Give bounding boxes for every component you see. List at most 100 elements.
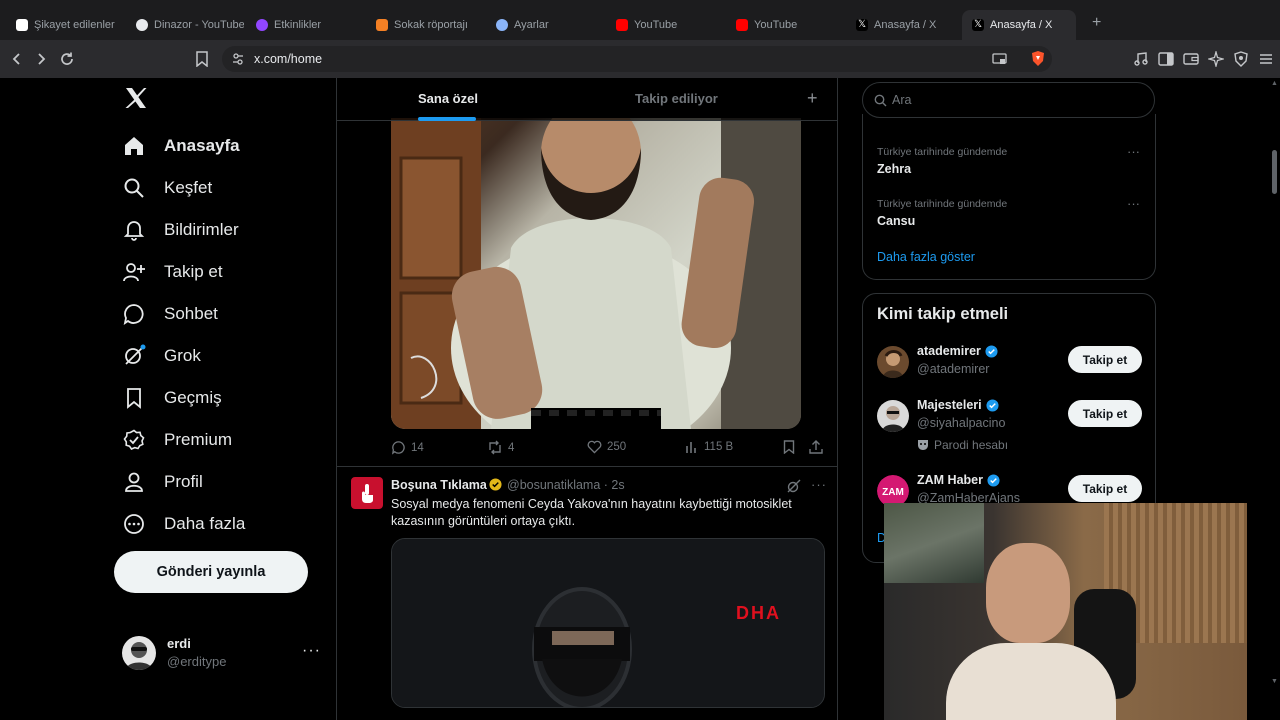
- tab-title: Etkinlikler: [274, 19, 322, 31]
- share-icon[interactable]: [809, 440, 823, 454]
- follow-button[interactable]: Takip et: [1068, 400, 1142, 427]
- browser-tab[interactable]: Etkinlikler: [246, 10, 364, 40]
- browser-tab[interactable]: Dinazor - YouTube: [126, 10, 244, 40]
- account-name: erdi: [167, 636, 191, 651]
- media-music-icon[interactable]: [1131, 49, 1151, 69]
- nav-label: Profil: [164, 472, 203, 491]
- follow-suggestion[interactable]: Majesteleri @siyahalpacino Parodi hesabı…: [877, 398, 1143, 460]
- nav-profile[interactable]: Profil: [122, 470, 203, 494]
- repost-button[interactable]: 4: [487, 440, 514, 455]
- vpn-shield-icon[interactable]: [1231, 49, 1251, 69]
- nav-label: Grok: [164, 346, 201, 365]
- add-feed-plus-icon[interactable]: +: [807, 88, 818, 109]
- grok-analyze-icon[interactable]: [787, 479, 801, 493]
- reply-button[interactable]: 14: [391, 440, 424, 455]
- follow-suggestion[interactable]: atademirer @atademirer Takip et: [877, 344, 1143, 388]
- wallet-icon[interactable]: [1181, 49, 1201, 69]
- views-chart-icon: [686, 442, 696, 453]
- nav-home[interactable]: Anasayfa: [122, 134, 240, 158]
- browser-tab[interactable]: Şikayet edilenler: [6, 10, 124, 40]
- repost-icon: [489, 440, 501, 455]
- show-more-trends-link[interactable]: Daha fazla göster: [877, 250, 975, 264]
- more-dots-icon[interactable]: ···: [302, 642, 321, 660]
- x-logo-icon[interactable]: [124, 86, 150, 112]
- account-switcher[interactable]: erdi @erditype ···: [122, 634, 332, 674]
- profile-icon: [122, 470, 146, 494]
- theater-mask-icon: [918, 440, 928, 450]
- tweet-author-handle[interactable]: @bosunatiklama · 2s: [507, 478, 625, 492]
- nav-follow[interactable]: Takip et: [122, 260, 223, 284]
- tab-following[interactable]: Takip ediliyor: [635, 91, 718, 106]
- scroll-thumb[interactable]: [1272, 150, 1277, 194]
- forward-arrow-icon[interactable]: [31, 49, 51, 69]
- home-icon: [122, 134, 146, 158]
- bell-icon: [122, 218, 146, 242]
- tweet-photo[interactable]: [391, 118, 801, 429]
- x-favicon-icon: 𝕏: [972, 19, 984, 31]
- tweet-more-options: ···: [787, 477, 827, 493]
- search-input[interactable]: Ara: [862, 82, 1155, 118]
- nav-notifications[interactable]: Bildirimler: [122, 218, 239, 242]
- post-button[interactable]: Gönderi yayınla: [114, 551, 308, 593]
- bookmark-tweet-icon[interactable]: [783, 440, 795, 454]
- reload-icon[interactable]: [57, 49, 77, 69]
- tab-title: Şikayet edilenler: [34, 19, 115, 31]
- suggestion-name: atademirer: [917, 344, 998, 358]
- nav-explore[interactable]: Keşfet: [122, 176, 212, 200]
- new-tab-plus-icon[interactable]: +: [1092, 14, 1101, 32]
- nav-bookmarks[interactable]: Geçmiş: [122, 386, 222, 410]
- scroll-down-arrow-icon[interactable]: ▼: [1271, 678, 1278, 685]
- account-handle: @erditype: [167, 654, 227, 669]
- search-icon: [874, 94, 887, 107]
- browser-tab[interactable]: Sokak röportajı: [366, 10, 484, 40]
- more-dots-icon[interactable]: ···: [1127, 196, 1140, 211]
- more-dots-icon[interactable]: ···: [1127, 144, 1140, 159]
- tweet-author-name[interactable]: Boşuna Tıklama: [391, 478, 487, 492]
- nav-label: Bildirimler: [164, 220, 239, 239]
- parody-text: Parodi hesabı: [934, 438, 1009, 452]
- address-bar[interactable]: x.com/home: [222, 46, 1052, 72]
- view-count: 115 B: [704, 441, 734, 453]
- nav-label: Takip et: [164, 262, 223, 281]
- tab-favicon-icon: [16, 19, 28, 31]
- browser-tab[interactable]: YouTube: [726, 10, 844, 40]
- nav-more[interactable]: Daha fazla: [122, 512, 245, 536]
- more-dots-icon[interactable]: ···: [811, 477, 827, 492]
- site-settings-icon[interactable]: [232, 52, 244, 71]
- cast-icon[interactable]: [992, 52, 1008, 71]
- tweet-avatar[interactable]: [351, 477, 383, 509]
- nav-chat[interactable]: Sohbet: [122, 302, 218, 326]
- tweet[interactable]: Boşuna Tıklama @bosunatiklama · 2s ··· S…: [337, 467, 837, 720]
- tab-title: Dinazor - YouTube: [154, 19, 244, 31]
- tweet-video[interactable]: DHA: [391, 538, 825, 708]
- url-text: x.com/home: [254, 52, 323, 66]
- brave-shield-icon[interactable]: [1028, 49, 1048, 69]
- nav-premium[interactable]: Premium: [122, 428, 232, 452]
- menu-hamburger-icon[interactable]: [1256, 49, 1276, 69]
- browser-tab[interactable]: 𝕏 Anasayfa / X: [846, 10, 958, 40]
- bookmark-page-icon[interactable]: [192, 49, 212, 69]
- browser-tab-active[interactable]: 𝕏 Anasayfa / X: [962, 10, 1076, 40]
- browser-tab[interactable]: Ayarlar: [486, 10, 604, 40]
- gold-verified-badge-icon: [489, 478, 502, 491]
- follow-button[interactable]: Takip et: [1068, 475, 1142, 502]
- like-button[interactable]: 250: [587, 440, 626, 454]
- trend-item[interactable]: Türkiye tarihinde gündemde Cansu: [877, 198, 1007, 228]
- game-capture-inset: [884, 503, 984, 583]
- tab-title: YouTube: [634, 19, 678, 31]
- suggestion-handle: @atademirer: [917, 362, 990, 376]
- sidebar-toggle-icon[interactable]: [1156, 49, 1176, 69]
- page-scrollbar[interactable]: ▲ ▼: [1268, 78, 1280, 720]
- nav-grok[interactable]: Grok: [122, 344, 201, 368]
- trend-item[interactable]: Türkiye tarihinde gündemde Zehra: [877, 146, 1007, 176]
- tab-for-you[interactable]: Sana özel: [418, 91, 478, 106]
- browser-tab[interactable]: YouTube: [606, 10, 724, 40]
- tab-favicon-icon: [376, 19, 388, 31]
- leo-ai-icon[interactable]: [1206, 49, 1226, 69]
- follow-button[interactable]: Takip et: [1068, 346, 1142, 373]
- back-arrow-icon[interactable]: [7, 49, 27, 69]
- views-button[interactable]: 115 B: [685, 440, 733, 454]
- scroll-up-arrow-icon[interactable]: ▲: [1271, 80, 1278, 87]
- svg-text:ZAM: ZAM: [882, 487, 904, 498]
- trends-panel: Türkiye tarihinde gündemde Zehra ··· Tür…: [862, 114, 1156, 280]
